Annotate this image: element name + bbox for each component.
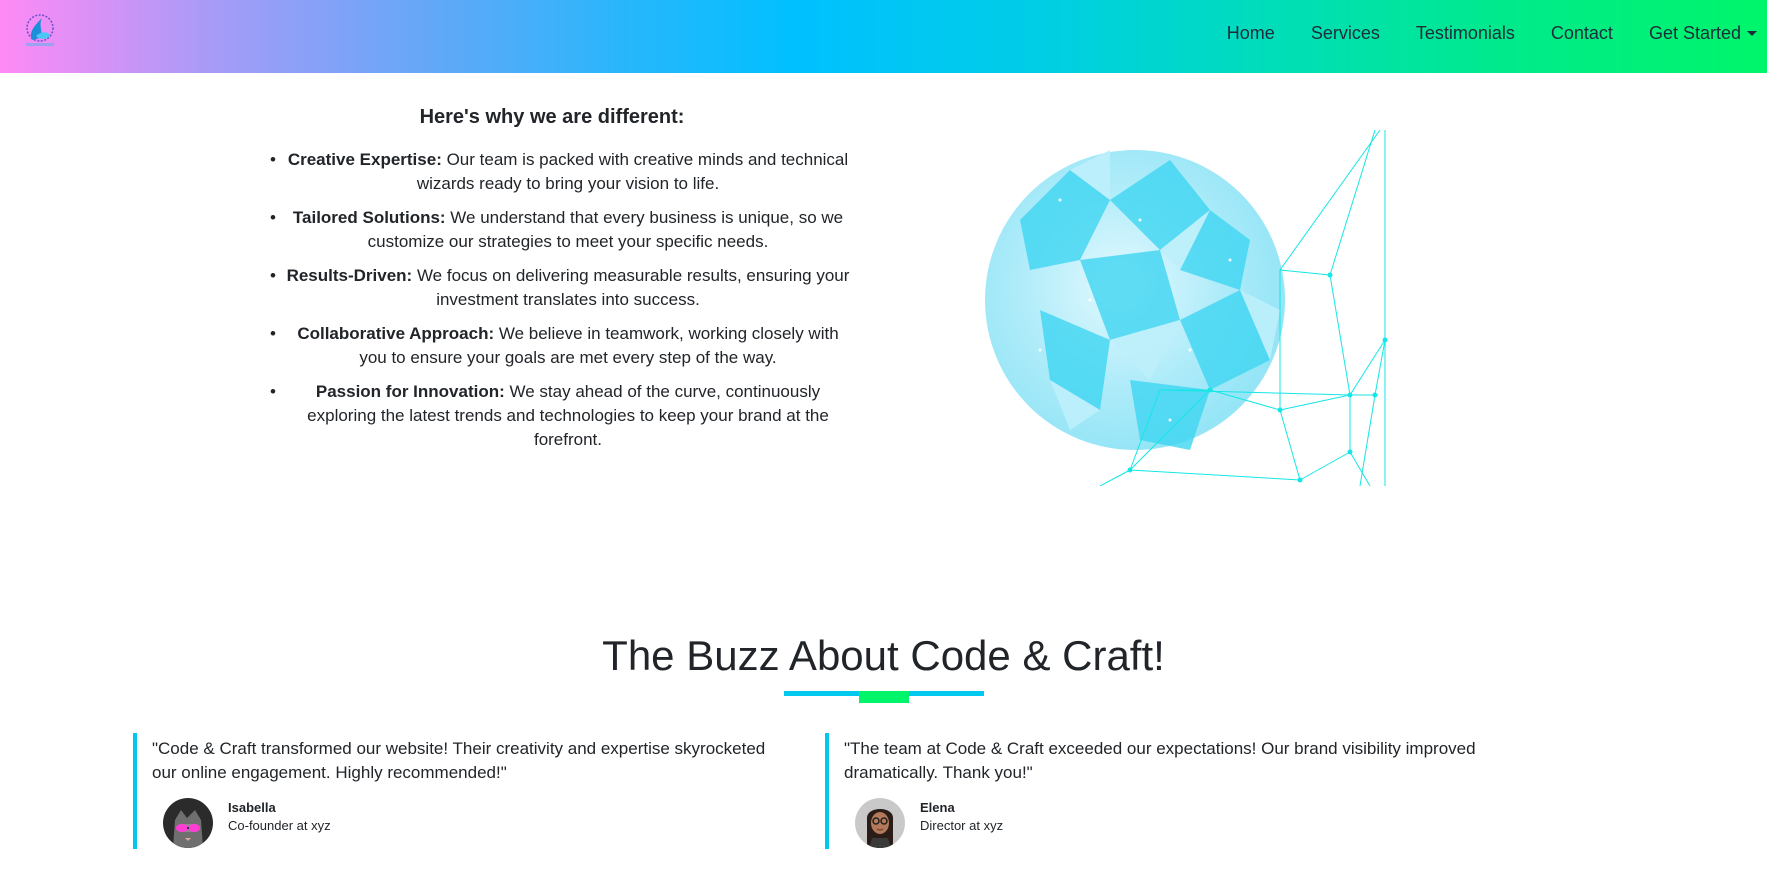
nav-menu: Home Services Testimonials Contact Get S…	[1191, 0, 1767, 66]
author-name: Elena	[920, 800, 955, 815]
item-title: Creative Expertise:	[287, 150, 442, 169]
item-text: We focus on delivering measurable result…	[412, 266, 850, 309]
item-title: Passion for Innovation:	[315, 382, 505, 401]
testimonial-quote: "Code & Craft transformed our website! T…	[152, 739, 766, 782]
navbar: Home Services Testimonials Contact Get S…	[0, 0, 1767, 73]
testimonial-author: Isabella Co-founder at xyz	[163, 798, 331, 848]
person-avatar-icon	[855, 798, 905, 848]
author-role: Director at xyz	[920, 818, 1004, 833]
list-item: • Passion for Innovation: We stay ahead …	[262, 380, 874, 452]
caret-down-icon	[1747, 30, 1757, 36]
testimonial-quote: "The team at Code & Craft exceeded our e…	[844, 739, 1476, 782]
bullet-icon: •	[270, 382, 276, 401]
get-started-dropdown[interactable]: Get Started	[1649, 23, 1757, 44]
nav-link-contact[interactable]: Contact	[1551, 23, 1613, 44]
bullet-icon: •	[270, 208, 276, 227]
author-name: Isabella	[228, 800, 276, 815]
list-item: • Creative Expertise: Our team is packed…	[262, 148, 874, 196]
bullet-icon: •	[270, 324, 276, 343]
testimonial-author: Elena Director at xyz	[855, 798, 1003, 848]
bullet-icon: •	[270, 150, 276, 169]
nav-link-services[interactable]: Services	[1311, 23, 1380, 44]
testimonial-card: "Code & Craft transformed our website! T…	[133, 733, 793, 849]
bullet-icon: •	[270, 266, 276, 285]
item-title: Results-Driven:	[286, 266, 413, 285]
list-item: • Collaborative Approach: We believe in …	[262, 322, 874, 370]
testimonial-card: "The team at Code & Craft exceeded our e…	[825, 733, 1505, 849]
avatar	[855, 798, 905, 848]
author-role: Co-founder at xyz	[228, 818, 331, 833]
network-globe-illustration	[985, 130, 1388, 486]
testimonials-heading: The Buzz About Code & Craft!	[602, 632, 1165, 679]
list-item: • Results-Driven: We focus on delivering…	[262, 264, 874, 312]
get-started-label: Get Started	[1648, 22, 1741, 43]
cat-avatar-icon	[163, 798, 213, 848]
avatar	[163, 798, 213, 848]
why-different-heading: Here's why we are different:	[419, 106, 685, 128]
why-different-list: • Creative Expertise: Our team is packed…	[262, 148, 874, 462]
nav-link-testimonials[interactable]: Testimonials	[1416, 23, 1515, 44]
brand-logo-icon[interactable]	[18, 10, 58, 50]
item-title: Tailored Solutions:	[292, 208, 446, 227]
list-item: • Tailored Solutions: We understand that…	[262, 206, 874, 254]
nav-link-home[interactable]: Home	[1227, 23, 1275, 44]
item-text: Our team is packed with creative minds a…	[416, 150, 849, 193]
item-title: Collaborative Approach:	[297, 324, 495, 343]
heading-underline-accent	[859, 691, 909, 703]
